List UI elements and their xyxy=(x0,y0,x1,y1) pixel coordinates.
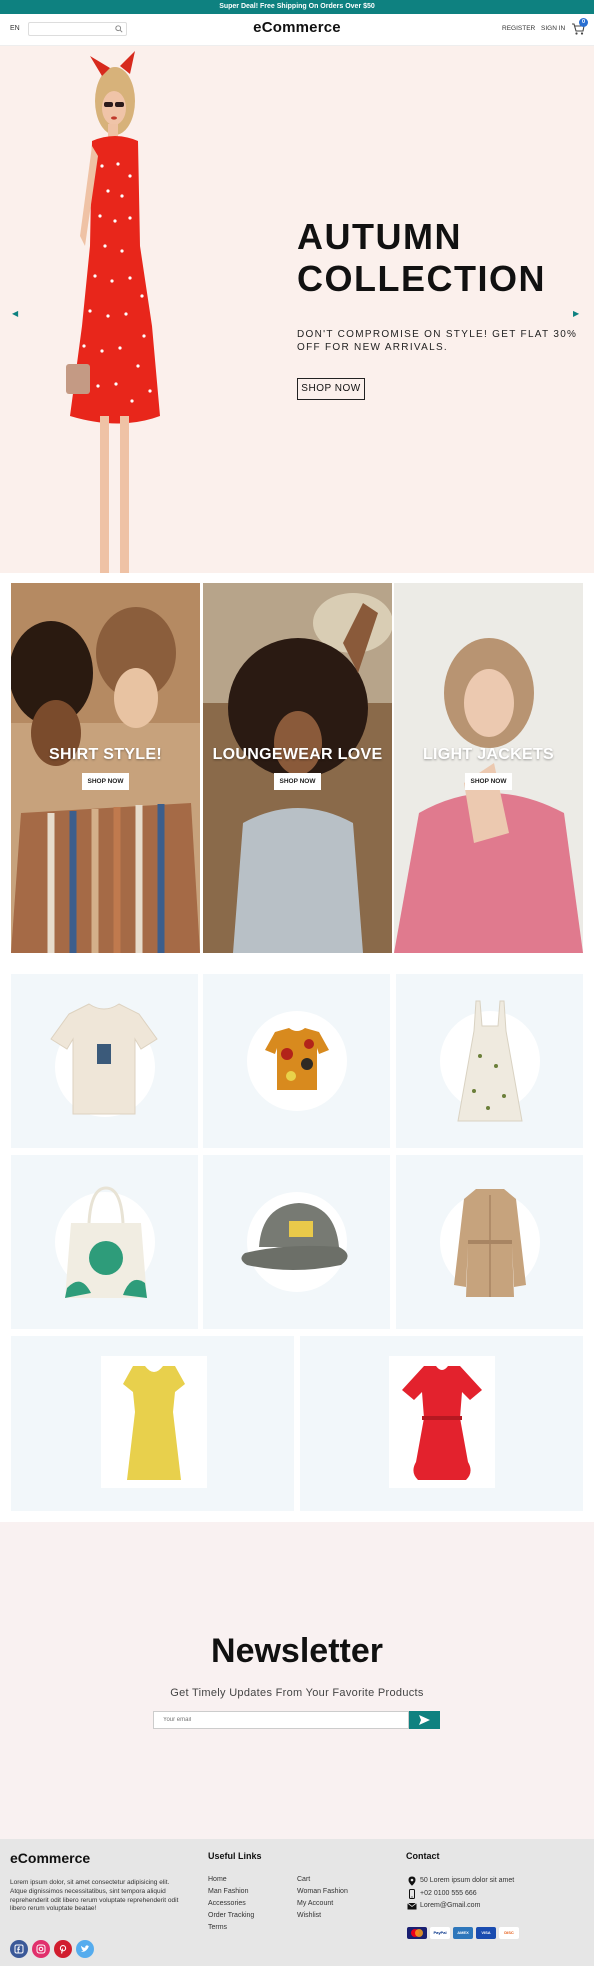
footer-phone: +02 0100 555 666 xyxy=(420,1890,477,1897)
slider-prev-arrow-icon[interactable]: ◀ xyxy=(12,309,18,318)
send-icon xyxy=(419,1715,430,1725)
register-link[interactable]: REGISTER xyxy=(502,25,535,32)
footer-link-home[interactable]: Home xyxy=(208,1876,227,1883)
hero-title-line-2: COLLECTION xyxy=(297,258,546,300)
category-title: SHIRT STYLE! xyxy=(49,746,162,763)
footer-description: Lorem ipsum dolor, sit amet consectetur … xyxy=(10,1879,179,1913)
twitter-link[interactable] xyxy=(76,1940,94,1958)
signin-link[interactable]: SIGN IN xyxy=(541,25,565,32)
product-image-cap xyxy=(241,1203,348,1270)
email-icon xyxy=(407,1902,417,1910)
newsletter-section: Newsletter Get Timely Updates From Your … xyxy=(0,1522,594,1839)
phone-icon xyxy=(409,1889,415,1899)
newsletter-subtitle: Get Timely Updates From Your Favorite Pr… xyxy=(170,1687,424,1699)
footer-link-man-fashion[interactable]: Man Fashion xyxy=(208,1888,248,1895)
footer-link-cart[interactable]: Cart xyxy=(297,1876,310,1883)
paypal-icon: PayPal xyxy=(430,1927,450,1939)
pinterest-icon xyxy=(59,1945,67,1954)
category-image-shirts xyxy=(11,583,200,953)
product-card-t-shirt[interactable] xyxy=(11,974,198,1148)
slider-next-arrow-icon[interactable]: ▶ xyxy=(573,309,579,318)
newsletter-title: Newsletter xyxy=(211,1632,383,1670)
hero-slider: AUTUMN COLLECTION DON'T COMPROMISE ON ST… xyxy=(0,46,594,573)
facebook-icon xyxy=(14,1944,24,1954)
product-card-yellow-dress[interactable] xyxy=(11,1336,294,1511)
product-image-floral-dress xyxy=(457,1000,523,1122)
product-card-trench-coat[interactable] xyxy=(396,1155,583,1329)
header: EN eCommerce REGISTER SIGN IN 0 xyxy=(0,14,594,46)
category-shop-now-button[interactable]: SHOP NOW xyxy=(465,773,512,790)
category-tile-shirts[interactable]: SHIRT STYLE! SHOP NOW xyxy=(11,583,200,953)
discover-icon: DISC xyxy=(499,1927,519,1939)
category-tile-jackets[interactable]: LIGHT JACKETS SHOP NOW xyxy=(394,583,583,953)
product-image-hawaiian-shirt xyxy=(265,1028,329,1090)
footer-address: 50 Lorem ipsum dolor sit amet xyxy=(420,1877,515,1884)
promo-text: Super Deal! Free Shipping On Orders Over… xyxy=(219,3,375,10)
hero-subtitle: DON'T COMPROMISE ON STYLE! GET FLAT 30% … xyxy=(297,329,578,353)
facebook-link[interactable] xyxy=(10,1940,28,1958)
footer-contact-title: Contact xyxy=(406,1851,440,1861)
product-card-hawaiian-shirt[interactable] xyxy=(203,974,390,1148)
pinterest-link[interactable] xyxy=(54,1940,72,1958)
mastercard-icon xyxy=(407,1927,427,1939)
cart-count-badge: 0 xyxy=(579,18,588,27)
footer-link-wishlist[interactable]: Wishlist xyxy=(297,1912,321,1919)
newsletter-email-input[interactable] xyxy=(153,1711,409,1729)
product-card-floral-dress[interactable] xyxy=(396,974,583,1148)
product-grid xyxy=(11,974,583,1511)
product-image-t-shirt xyxy=(50,1003,158,1115)
hero-title-line-1: AUTUMN xyxy=(297,216,462,257)
category-shop-now-button[interactable]: SHOP NOW xyxy=(274,773,321,790)
product-image-yellow-dress xyxy=(123,1366,185,1480)
instagram-link[interactable] xyxy=(32,1940,50,1958)
instagram-icon xyxy=(36,1944,46,1954)
footer-link-terms[interactable]: Terms xyxy=(208,1924,227,1931)
footer-link-woman-fashion[interactable]: Woman Fashion xyxy=(297,1888,348,1895)
category-image-jackets xyxy=(394,583,583,953)
hero-title: AUTUMN COLLECTION xyxy=(297,216,587,300)
product-card-tote-bag[interactable] xyxy=(11,1155,198,1329)
hero-model-image xyxy=(66,51,160,573)
category-image-loungewear xyxy=(203,583,392,953)
site-logo[interactable]: eCommerce xyxy=(253,19,341,36)
hero-shop-now-button[interactable]: SHOP NOW xyxy=(297,378,365,400)
footer-link-accessories[interactable]: Accessories xyxy=(208,1900,246,1907)
newsletter-send-button[interactable] xyxy=(409,1711,440,1729)
category-title: LOUNGEWEAR LOVE xyxy=(212,746,383,763)
category-tiles: SHIRT STYLE! SHOP NOW LOUNGEWEAR LOVE SH… xyxy=(11,583,583,953)
footer-link-my-account[interactable]: My Account xyxy=(297,1900,333,1907)
category-title: LIGHT JACKETS xyxy=(422,746,555,763)
footer-brand: eCommerce xyxy=(10,1850,91,1866)
category-tile-loungewear[interactable]: LOUNGEWEAR LOVE SHOP NOW xyxy=(203,583,392,953)
product-image-red-dress xyxy=(402,1366,482,1480)
footer-email[interactable]: Lorem@Gmail.com xyxy=(420,1902,480,1909)
promo-bar: Super Deal! Free Shipping On Orders Over… xyxy=(0,0,594,14)
twitter-icon xyxy=(81,1945,90,1952)
visa-icon: VISA xyxy=(476,1927,496,1939)
footer-useful-links-title: Useful Links xyxy=(208,1851,262,1861)
product-image-tote-bag xyxy=(65,1186,147,1298)
product-image-trench-coat xyxy=(454,1189,526,1297)
location-pin-icon xyxy=(408,1876,416,1886)
category-shop-now-button[interactable]: SHOP NOW xyxy=(82,773,129,790)
amex-icon: AMEX xyxy=(453,1927,473,1939)
footer: eCommerce Lorem ipsum dolor, sit amet co… xyxy=(0,1839,594,1966)
product-card-red-dress[interactable] xyxy=(300,1336,583,1511)
product-card-cap[interactable] xyxy=(203,1155,390,1329)
footer-link-order-tracking[interactable]: Order Tracking xyxy=(208,1912,254,1919)
